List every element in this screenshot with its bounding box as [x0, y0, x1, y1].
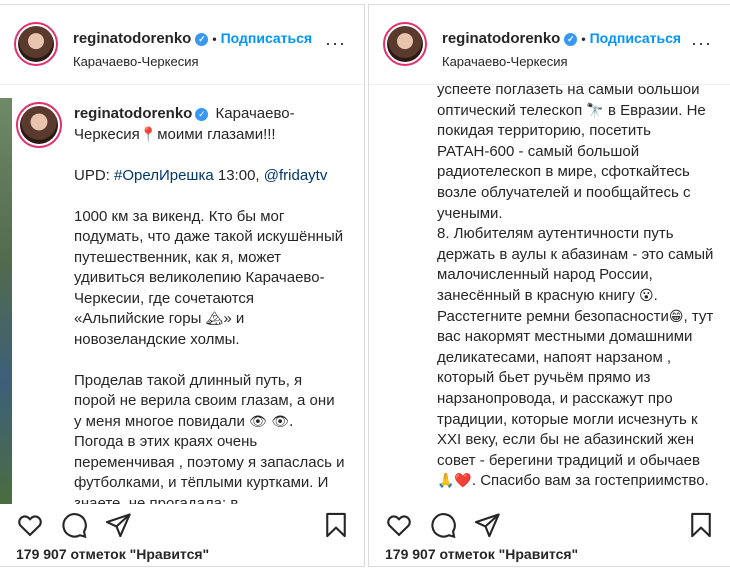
share-icon[interactable] — [473, 511, 501, 539]
caption-point-8: 8. Любителям аутентичности путь держать … — [437, 225, 714, 304]
grin-face-icon: 😁 — [668, 308, 684, 325]
caption-text: reginatodorenko ✓ Карачаево-Черкесия📍моим… — [74, 104, 346, 504]
caption-paragraph-3: Погода в этих краях очень переменчивая ,… — [74, 433, 345, 504]
verified-icon: ✓ — [195, 33, 209, 46]
username-link[interactable]: reginatodorenko — [73, 30, 191, 47]
mountain-icon: 🏔 — [205, 311, 224, 327]
pray-heart-icon: 🙏❤️ — [437, 473, 472, 490]
location-link[interactable]: Карачаево-Черкесия — [442, 54, 568, 69]
hashtag-link[interactable]: #ОрелИрешка — [114, 167, 214, 184]
upd-time: 13:00, — [217, 166, 260, 184]
likes-count[interactable]: 179 907 отметок "Нравится" — [385, 546, 578, 562]
separator-dot: • — [212, 32, 217, 46]
action-bar — [369, 507, 730, 543]
comment-icon[interactable] — [60, 511, 88, 539]
caption-area: reginatodorenko ✓ Карачаево-Черкесия📍моим… — [0, 86, 364, 504]
mention-link[interactable]: @fridaytv — [264, 167, 328, 184]
verified-icon: ✓ — [564, 33, 578, 46]
caption-avatar[interactable] — [16, 102, 62, 148]
caption-paragraph-2: Проделав такой длинный путь, я порой не … — [74, 371, 335, 430]
action-bar — [0, 507, 364, 543]
post-panel-right: reginatodorenko ✓ • Подписаться Карачаево-Ч… — [368, 4, 730, 567]
caption-thanks: . Спасибо вам за гостеприимство. — [471, 472, 709, 490]
separator-dot: • — [581, 32, 586, 46]
comment-icon[interactable] — [429, 511, 457, 539]
avatar[interactable] — [14, 22, 58, 66]
pin-icon: 📍 — [139, 126, 158, 143]
save-icon[interactable] — [322, 511, 350, 539]
caption-telescope-end: в Евразии. Не покидая территорию, посети… — [437, 101, 706, 222]
surprised-face-icon: 😮 — [639, 287, 654, 304]
post-header: reginatodorenko ✓ • Подписаться Карачаево-Ч… — [369, 5, 730, 85]
header-username-row: reginatodorenko ✓ • Подписаться — [73, 30, 312, 47]
post-panel-left: reginatodorenko ✓ • Подписаться Карачаево-Ч… — [0, 4, 365, 567]
heart-icon[interactable] — [16, 511, 44, 539]
verified-icon: ✓ — [195, 108, 209, 121]
caption-intro-end: моими глазами!!! — [157, 125, 276, 143]
post-header: reginatodorenko ✓ • Подписаться Карачаево-Ч… — [0, 5, 364, 85]
more-icon[interactable]: ··· — [325, 33, 346, 54]
caption-area: успеете поглазеть на самый большой оптич… — [369, 86, 730, 504]
post-image-edge — [0, 98, 12, 504]
follow-button[interactable]: Подписаться — [590, 30, 682, 46]
follow-button[interactable]: Подписаться — [221, 30, 313, 46]
caption-text: успеете поглазеть на самый большой оптич… — [437, 86, 715, 492]
more-icon[interactable]: ··· — [691, 33, 712, 54]
save-icon[interactable] — [687, 511, 715, 539]
share-icon[interactable] — [104, 511, 132, 539]
location-link[interactable]: Карачаево-Черкесия — [73, 54, 199, 69]
caption-traditions: , тут вас накормят местными домашними де… — [437, 307, 714, 469]
telescope-icon: 🔭 — [586, 102, 604, 119]
caption-username[interactable]: reginatodorenko — [74, 105, 192, 122]
avatar[interactable] — [383, 22, 427, 66]
heart-icon[interactable] — [385, 511, 413, 539]
username-link[interactable]: reginatodorenko — [442, 30, 560, 47]
upd-prefix: UPD: — [74, 166, 110, 184]
likes-count[interactable]: 179 907 отметок "Нравится" — [16, 546, 209, 562]
header-username-row: reginatodorenko ✓ • Подписаться — [442, 30, 681, 47]
caption-paragraph-1: 1000 км за викенд. Кто бы мог подумать, … — [74, 207, 344, 328]
eyes-icon: 👁 👁. — [249, 413, 294, 430]
